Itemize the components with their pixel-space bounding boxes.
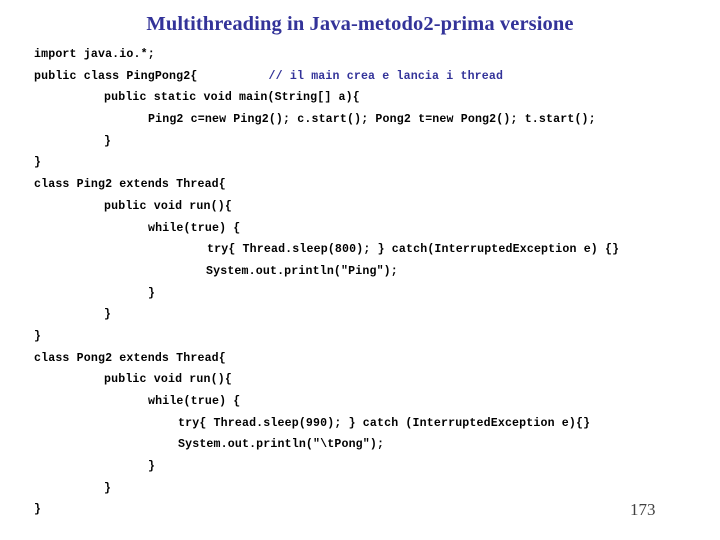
code-text: import java.io.*; <box>34 48 155 61</box>
code-listing: import java.io.*; public class PingPong2{… <box>0 44 720 521</box>
code-line: } <box>0 499 720 521</box>
code-text: class Pong2 extends Thread{ <box>34 351 226 365</box>
code-line: class Pong2 extends Thread{ <box>0 348 720 370</box>
presentation-slide: Multithreading in Java-metodo2-prima ver… <box>0 0 720 540</box>
code-line: import java.io.*; <box>0 44 720 66</box>
code-line: public void run(){ <box>0 369 720 391</box>
code-line: while(true) { <box>0 391 720 413</box>
code-line: } <box>0 283 720 305</box>
code-text: try{ Thread.sleep(990); } catch (Interru… <box>178 416 591 430</box>
code-line: } <box>0 456 720 478</box>
code-text: class Ping2 extends Thread{ <box>34 178 226 192</box>
code-text: } <box>104 481 112 495</box>
code-text: System.out.println("\tPong"); <box>178 438 385 452</box>
code-comment: // il main crea e lancia i thread <box>197 69 504 83</box>
code-line: while(true) { <box>0 218 720 240</box>
code-line: } <box>0 478 720 500</box>
code-text: } <box>34 503 42 517</box>
code-text: try{ Thread.sleep(800); } catch(Interrup… <box>207 243 620 257</box>
code-text: public class PingPong2{ <box>34 69 198 83</box>
code-text: public void run(){ <box>104 373 232 387</box>
code-text: } <box>34 329 42 343</box>
code-text: } <box>104 308 112 322</box>
code-line: System.out.println("Ping"); <box>0 261 720 283</box>
page-title: Multithreading in Java-metodo2-prima ver… <box>146 13 574 35</box>
code-text: } <box>104 134 112 148</box>
code-text: System.out.println("Ping"); <box>206 264 398 278</box>
code-text: while(true) { <box>148 221 241 235</box>
code-line: } <box>0 326 720 348</box>
code-text: while(true) { <box>148 395 241 408</box>
page-number: 173 <box>630 500 656 519</box>
code-line: Ping2 c=new Ping2(); c.start(); Pong2 t=… <box>0 109 720 131</box>
code-line: try{ Thread.sleep(990); } catch (Interru… <box>0 413 720 435</box>
code-line: } <box>0 152 720 174</box>
code-text: } <box>148 286 156 300</box>
code-text: Ping2 c=new Ping2(); c.start(); Pong2 t=… <box>148 113 596 127</box>
code-line: } <box>0 304 720 326</box>
code-text: } <box>34 156 42 170</box>
code-line: } <box>0 131 720 153</box>
code-text: public static void main(String[] a){ <box>104 91 360 105</box>
code-text: } <box>148 460 156 474</box>
code-line: System.out.println("\tPong"); <box>0 434 720 456</box>
code-line: public static void main(String[] a){ <box>0 87 720 109</box>
code-line: try{ Thread.sleep(800); } catch(Interrup… <box>0 239 720 261</box>
code-text: public void run(){ <box>104 199 232 213</box>
code-line: class Ping2 extends Thread{ <box>0 174 720 196</box>
code-line: public class PingPong2{ // il main crea … <box>0 66 720 88</box>
code-line: public void run(){ <box>0 196 720 218</box>
